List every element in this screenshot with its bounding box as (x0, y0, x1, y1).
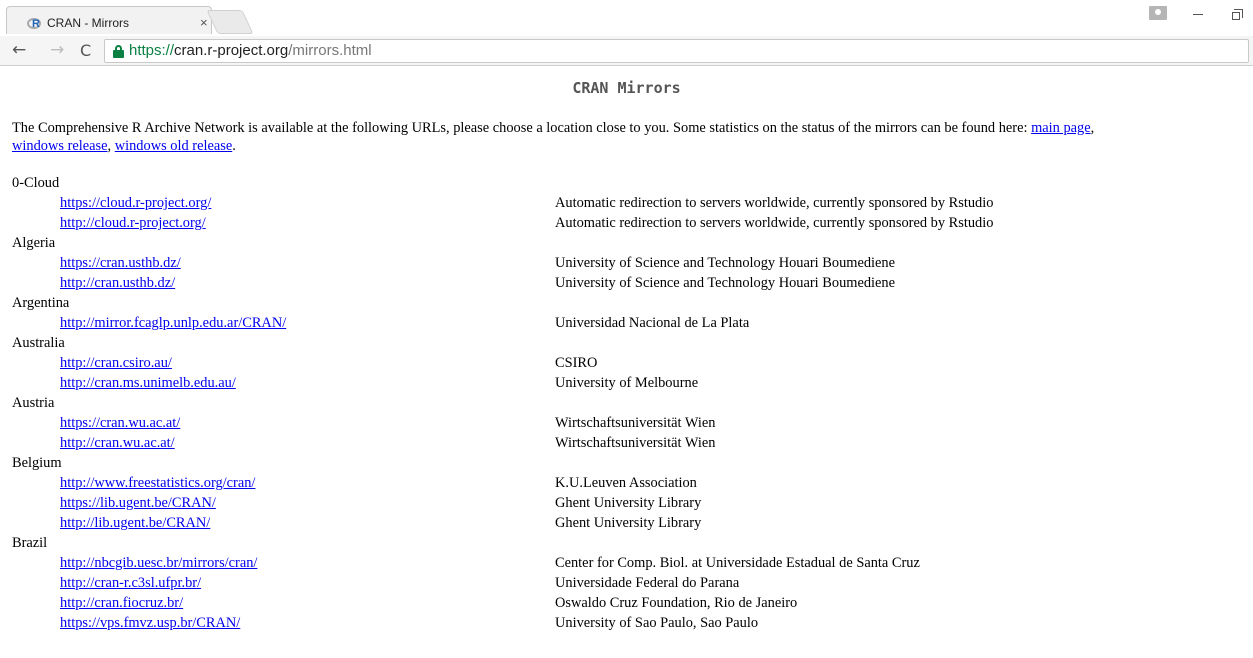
mirror-description: Wirtschaftsuniversität Wien (555, 435, 716, 451)
mirror-link[interactable]: http://lib.ugent.be/CRAN/ (60, 513, 210, 533)
r-logo-icon: R (27, 18, 43, 30)
mirror-link[interactable]: http://cran-r.c3sl.ufpr.br/ (60, 573, 201, 593)
reload-icon[interactable]: C (80, 41, 91, 60)
browser-tab[interactable]: R CRAN - Mirrors × (6, 6, 212, 34)
url-scheme: https:// (129, 42, 175, 59)
mirror-description: K.U.Leuven Association (555, 475, 697, 491)
mirror-description: Ghent University Library (555, 515, 702, 531)
mirror-row: http://cran.wu.ac.at/Wirtschaftsuniversi… (12, 433, 1252, 453)
mirror-row: http://cran-r.c3sl.ufpr.br/Universidade … (12, 573, 1252, 593)
mirror-link[interactable]: https://vps.fmvz.usp.br/CRAN/ (60, 613, 240, 633)
mirror-row: https://lib.ugent.be/CRAN/Ghent Universi… (12, 493, 1252, 513)
mirror-description: Center for Comp. Biol. at Universidade E… (555, 555, 920, 571)
mirror-description: University of Science and Technology Hou… (555, 255, 896, 271)
url-path: /mirrors.html (288, 42, 372, 59)
mirror-link[interactable]: http://cran.fiocruz.br/ (60, 593, 183, 613)
country-heading: Argentina (12, 295, 70, 311)
mirror-description: Automatic redirection to servers worldwi… (555, 215, 994, 231)
windows-old-release-link[interactable]: windows old release (115, 138, 233, 154)
mirror-row: http://nbcgib.uesc.br/mirrors/cran/Cente… (12, 553, 1252, 573)
url-text[interactable]: https://cran.r-project.org/mirrors.html (129, 42, 372, 59)
mirror-link[interactable]: https://cloud.r-project.org/ (60, 193, 211, 213)
page-title: CRAN Mirrors (572, 79, 681, 97)
close-tab-icon[interactable]: × (200, 15, 208, 30)
mirror-row: http://cran.usthb.dz/University of Scien… (12, 273, 1252, 293)
mirror-description: CSIRO (555, 355, 598, 371)
mirror-row: http://cran.csiro.au/CSIRO (12, 353, 1252, 373)
mirror-link[interactable]: http://nbcgib.uesc.br/mirrors/cran/ (60, 553, 257, 573)
mirror-link[interactable]: http://cran.usthb.dz/ (60, 273, 175, 293)
tab-strip: R CRAN - Mirrors × (0, 0, 1253, 36)
url-host: cran.r-project.org (174, 42, 289, 59)
mirror-row: http://mirror.fcaglp.unlp.edu.ar/CRAN/Un… (12, 313, 1252, 333)
country-heading: Austria (12, 395, 55, 411)
mirror-row: http://www.freestatistics.org/cran/K.U.L… (12, 473, 1252, 493)
windows-release-link[interactable]: windows release (12, 138, 108, 154)
restore-window-icon[interactable] (1232, 9, 1243, 20)
intro-paragraph: The Comprehensive R Archive Network is a… (12, 119, 1252, 155)
country-heading: 0-Cloud (12, 175, 60, 191)
mirror-description: University of Melbourne (555, 375, 699, 391)
mirror-description: Ghent University Library (555, 495, 702, 511)
back-arrow-icon[interactable]: ← (12, 40, 26, 60)
country-heading: Algeria (12, 235, 56, 251)
minimize-icon[interactable] (1193, 14, 1203, 15)
mirror-row: http://cloud.r-project.org/Automatic red… (12, 213, 1252, 233)
mirror-description: Automatic redirection to servers worldwi… (555, 195, 994, 211)
mirror-link[interactable]: https://lib.ugent.be/CRAN/ (60, 493, 216, 513)
period: . (232, 138, 236, 154)
user-profile-icon[interactable] (1149, 6, 1167, 20)
mirror-link[interactable]: https://cran.usthb.dz/ (60, 253, 181, 273)
new-tab-button[interactable] (206, 10, 254, 34)
mirror-row: http://cran.fiocruz.br/Oswaldo Cruz Foun… (12, 593, 1252, 613)
mirror-link[interactable]: http://cran.ms.unimelb.edu.au/ (60, 373, 236, 393)
main-page-link[interactable]: main page (1031, 120, 1091, 136)
forward-arrow-icon[interactable]: → (50, 40, 64, 60)
mirror-link[interactable]: https://cran.wu.ac.at/ (60, 413, 180, 433)
mirror-link[interactable]: http://cran.wu.ac.at/ (60, 433, 175, 453)
browser-toolbar: ← → C https://cran.r-project.org/mirrors… (0, 36, 1253, 66)
mirror-list: 0-Cloud https://cloud.r-project.org/Autom… (12, 173, 1252, 633)
mirror-description: Wirtschaftsuniversität Wien (555, 415, 716, 431)
tab-title: CRAN - Mirrors (47, 16, 129, 30)
intro-text: The Comprehensive R Archive Network is a… (12, 120, 1032, 136)
mirror-description: Oswaldo Cruz Foundation, Rio de Janeiro (555, 595, 798, 611)
mirror-description: University of Sao Paulo, Sao Paulo (555, 615, 759, 631)
country-heading: Brazil (12, 535, 48, 551)
mirror-link[interactable]: http://cloud.r-project.org/ (60, 213, 206, 233)
separator: , (107, 138, 115, 154)
mirror-row: http://cran.ms.unimelb.edu.au/University… (12, 373, 1252, 393)
separator: , (1090, 120, 1095, 136)
address-bar[interactable]: https://cran.r-project.org/mirrors.html (104, 39, 1249, 63)
country-heading: Belgium (12, 455, 62, 471)
mirror-description: Universidad Nacional de La Plata (555, 315, 750, 331)
lock-icon (113, 45, 124, 58)
mirror-row: http://lib.ugent.be/CRAN/Ghent Universit… (12, 513, 1252, 533)
mirror-link[interactable]: http://www.freestatistics.org/cran/ (60, 473, 255, 493)
country-heading: Australia (12, 335, 65, 351)
mirror-description: University of Science and Technology Hou… (555, 275, 896, 291)
mirror-link[interactable]: http://cran.csiro.au/ (60, 353, 172, 373)
mirror-link[interactable]: http://mirror.fcaglp.unlp.edu.ar/CRAN/ (60, 313, 286, 333)
mirror-row: https://cran.usthb.dz/University of Scie… (12, 253, 1252, 273)
mirror-description: Universidade Federal do Parana (555, 575, 740, 591)
page-content: CRAN Mirrors The Comprehensive R Archive… (0, 67, 1253, 658)
mirror-row: https://vps.fmvz.usp.br/CRAN/University … (12, 613, 1252, 633)
mirror-row: https://cran.wu.ac.at/Wirtschaftsunivers… (12, 413, 1252, 433)
mirror-row: https://cloud.r-project.org/Automatic re… (12, 193, 1252, 213)
